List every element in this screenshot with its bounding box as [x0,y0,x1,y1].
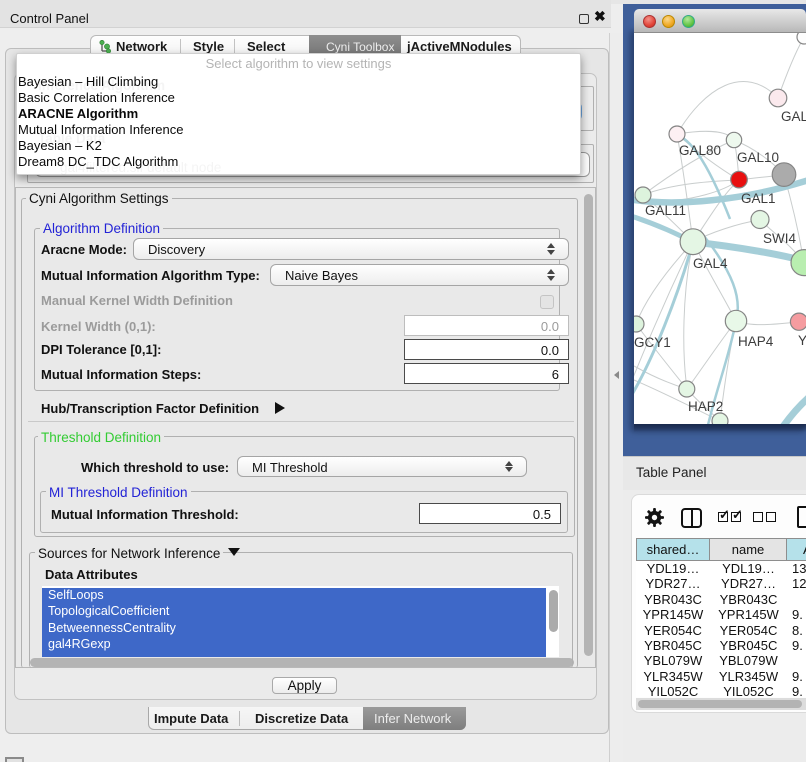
svg-text:GAL11: GAL11 [645,203,686,218]
svg-text:GAL1: GAL1 [741,191,776,206]
svg-text:GAL10: GAL10 [737,150,779,165]
svg-text:GAL80: GAL80 [679,143,721,158]
svg-text:HAP2: HAP2 [688,399,723,414]
svg-text:GAL4: GAL4 [693,256,728,271]
svg-text:GCY1: GCY1 [634,335,671,350]
svg-text:HAP4: HAP4 [738,334,774,349]
svg-text:Y: Y [798,333,806,348]
svg-text:GAL2: GAL2 [781,109,806,124]
svg-text:SWI4: SWI4 [763,231,796,246]
